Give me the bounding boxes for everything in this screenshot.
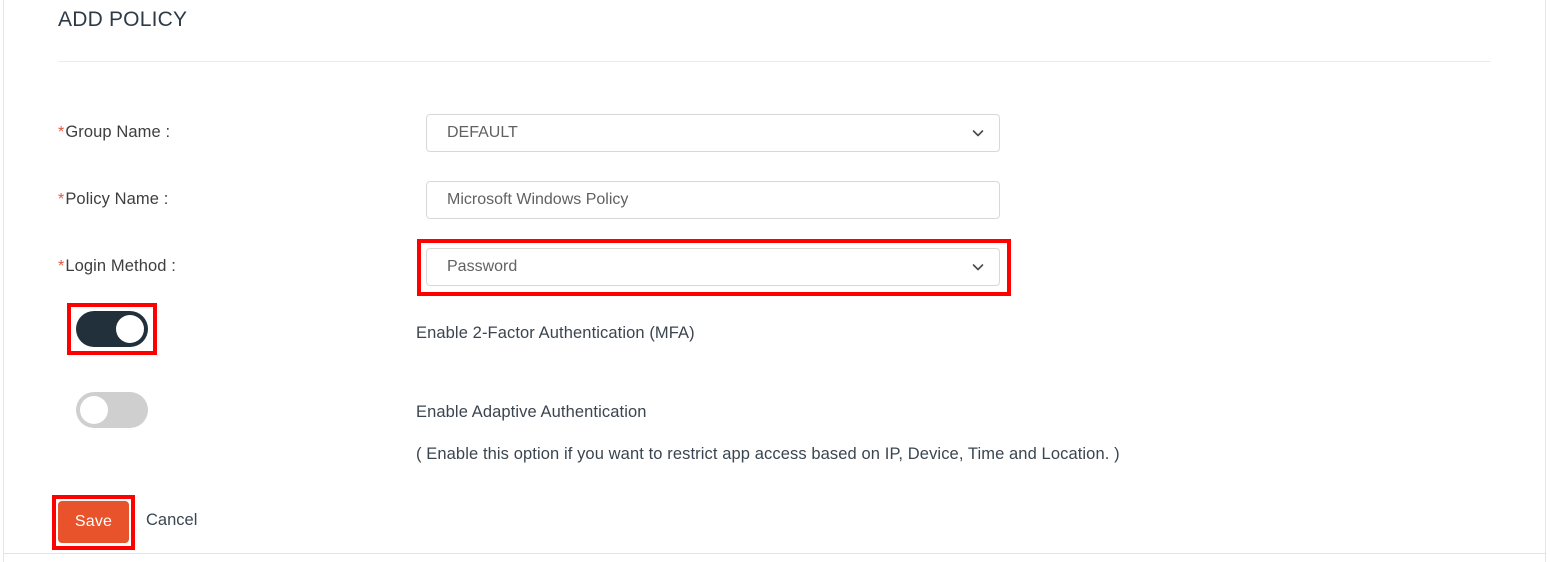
chevron-down-icon	[971, 126, 985, 140]
policy-name-input[interactable]: Microsoft Windows Policy	[426, 181, 1000, 219]
group-name-select[interactable]: DEFAULT	[426, 114, 1000, 152]
mfa-toggle-knob	[116, 315, 144, 343]
required-asterisk: *	[58, 258, 65, 275]
adaptive-auth-toggle-knob	[80, 396, 108, 424]
group-name-selected-value: DEFAULT	[447, 124, 518, 141]
cancel-link[interactable]: Cancel	[146, 511, 197, 530]
login-method-label-text: Login Method :	[65, 257, 176, 275]
policy-name-value: Microsoft Windows Policy	[447, 191, 629, 208]
required-asterisk: *	[58, 191, 65, 208]
adaptive-auth-toggle-label: Enable Adaptive Authentication	[416, 403, 647, 421]
panel-bottom-border	[3, 553, 1546, 554]
chevron-down-icon	[971, 260, 985, 274]
group-name-label: *Group Name :	[58, 123, 170, 142]
panel-right-border	[1545, 0, 1546, 562]
title-divider	[58, 61, 1491, 62]
add-policy-page: ADD POLICY *Group Name : DEFAULT *Policy…	[0, 0, 1551, 562]
required-asterisk: *	[58, 124, 65, 141]
login-method-selected-value: Password	[447, 258, 518, 275]
login-method-label: *Login Method :	[58, 257, 176, 276]
panel-left-border	[3, 0, 4, 562]
adaptive-auth-toggle[interactable]	[76, 392, 148, 428]
login-method-select[interactable]: Password	[426, 248, 1000, 286]
policy-name-label-text: Policy Name :	[65, 190, 169, 208]
mfa-toggle[interactable]	[76, 311, 148, 347]
adaptive-auth-hint: ( Enable this option if you want to rest…	[416, 445, 1120, 463]
group-name-label-text: Group Name :	[65, 123, 171, 141]
mfa-toggle-label: Enable 2-Factor Authentication (MFA)	[416, 324, 695, 342]
page-title: ADD POLICY	[58, 8, 188, 31]
policy-name-label: *Policy Name :	[58, 190, 168, 209]
save-button[interactable]: Save	[58, 501, 129, 543]
